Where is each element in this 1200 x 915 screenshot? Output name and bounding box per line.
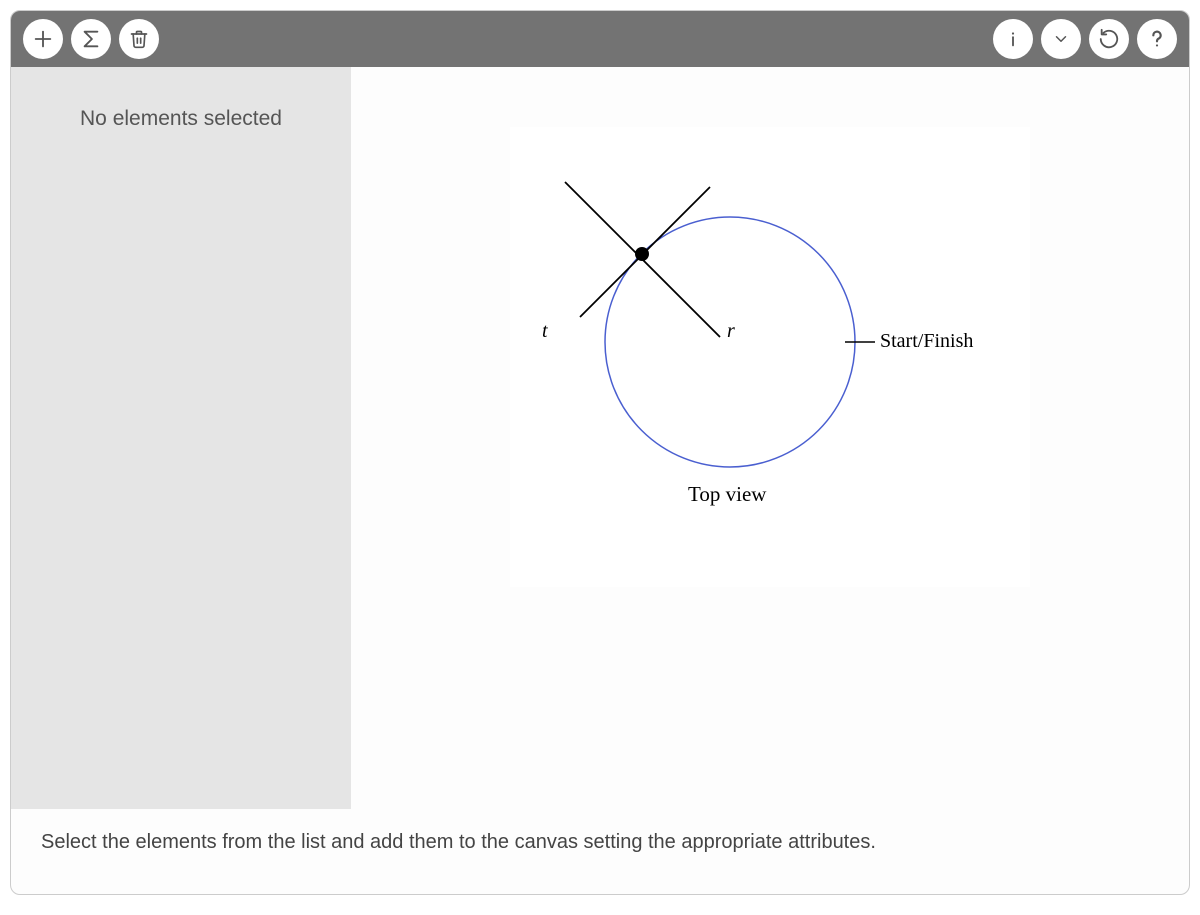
sum-button[interactable] (71, 19, 111, 59)
info-icon (1002, 28, 1024, 50)
diagram: t r Start/Finish Top view (510, 127, 1030, 587)
toolbar (11, 11, 1189, 67)
toolbar-left (23, 19, 159, 59)
sidebar: No elements selected (11, 67, 351, 809)
label-r: r (727, 320, 735, 343)
label-t: t (542, 320, 548, 343)
instructions-text: Select the elements from the list and ad… (11, 809, 1189, 894)
help-button[interactable] (1137, 19, 1177, 59)
diagram-caption: Top view (688, 482, 766, 507)
plus-icon (32, 28, 54, 50)
trash-icon (129, 29, 149, 49)
main-row: No elements selected t (11, 67, 1189, 809)
add-button[interactable] (23, 19, 63, 59)
app-frame: No elements selected t (10, 10, 1190, 895)
content: No elements selected t (11, 67, 1189, 894)
diagram-svg (510, 127, 1030, 587)
sigma-icon (80, 28, 102, 50)
delete-button[interactable] (119, 19, 159, 59)
reset-button[interactable] (1089, 19, 1129, 59)
cross-point (635, 247, 649, 261)
info-button[interactable] (993, 19, 1033, 59)
dropdown-button[interactable] (1041, 19, 1081, 59)
toolbar-right (993, 19, 1177, 59)
sidebar-empty-message: No elements selected (31, 107, 331, 131)
question-icon (1146, 28, 1168, 50)
chevron-down-icon (1052, 30, 1070, 48)
canvas-area[interactable]: t r Start/Finish Top view (351, 67, 1189, 809)
reset-icon (1098, 28, 1120, 50)
label-start-finish: Start/Finish (880, 330, 973, 353)
